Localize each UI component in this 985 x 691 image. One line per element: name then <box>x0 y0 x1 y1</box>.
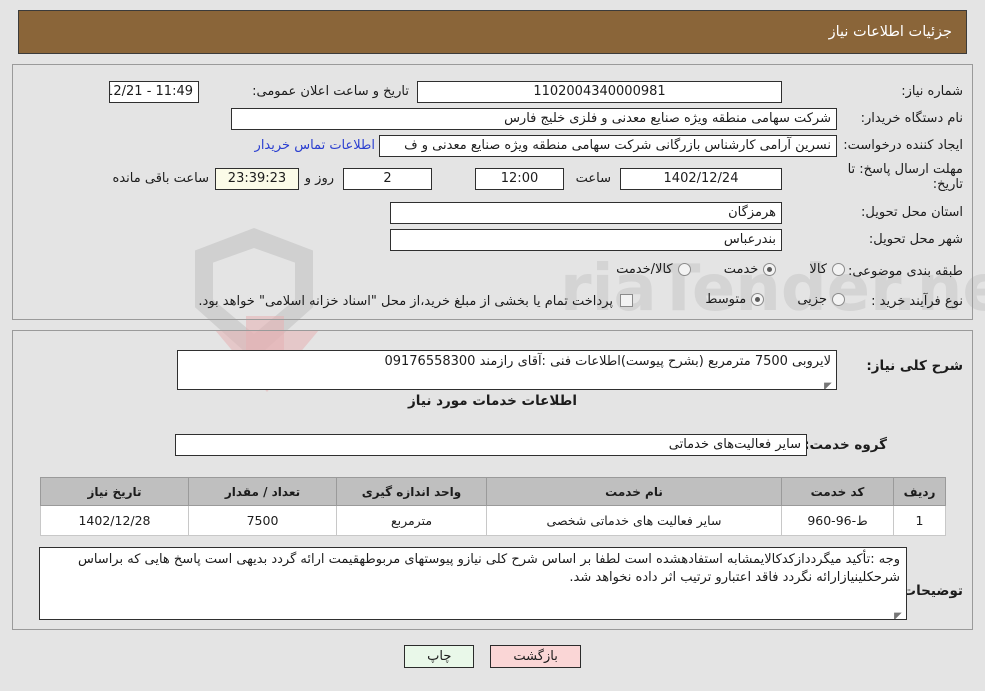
cell-quantity: 7500 <box>188 505 337 536</box>
col-service-code: کد خدمت <box>781 477 894 506</box>
deadline-label-line1: مهلت ارسال پاسخ: تا <box>847 162 963 177</box>
deadline-date-value: 1402/12/24 <box>620 168 782 190</box>
summary-label: شرح کلی نیاز: <box>866 358 963 374</box>
service-group-value: سایر فعالیت‌های خدماتی <box>175 434 807 456</box>
cell-unit: مترمربع <box>336 505 487 536</box>
need-number-label: شماره نیاز: <box>901 84 963 99</box>
cell-row-no: 1 <box>893 505 946 536</box>
footer-button-bar: بازگشت چاپ <box>0 645 985 668</box>
process-label: نوع فرآیند خرید : <box>871 294 963 309</box>
process-option-label-1: متوسط <box>705 292 747 307</box>
requester-value: نسرین آرامی کارشناس بازرگانی شرکت سهامی … <box>379 135 837 157</box>
city-value: بندرعباس <box>390 229 782 251</box>
deadline-hour-label: ساعت <box>575 171 611 186</box>
buyer-notes-textarea[interactable]: وجه :تأکید میگرددازکدکالایمشابه استفادهش… <box>39 547 907 620</box>
remaining-days-value: 2 <box>343 168 432 190</box>
col-service-name: نام خدمت <box>486 477 782 506</box>
cell-service-code: ط-96-960 <box>781 505 894 536</box>
category-radio-group: کالا خدمت کالا/خدمت <box>588 261 845 280</box>
col-quantity: تعداد / مقدار <box>188 477 337 506</box>
province-value: هرمزگان <box>390 202 782 224</box>
radio-icon-motavaset[interactable] <box>751 293 765 306</box>
radio-icon-khedmat[interactable] <box>763 263 777 276</box>
deadline-hour-value: 12:00 <box>475 168 564 190</box>
need-number-value: 1102004340000981 <box>417 81 782 103</box>
print-button[interactable]: چاپ <box>404 645 475 668</box>
announce-datetime-value: 11:49 - 1402/12/21 <box>109 81 199 103</box>
resize-grip-icon-notes[interactable]: ◥ <box>894 608 904 619</box>
process-option-label-0: جزیی <box>797 292 827 307</box>
category-option-label-1: خدمت <box>723 262 759 277</box>
process-radio-group: جزیی متوسط <box>677 291 845 310</box>
remaining-time-value: 23:39:23 <box>215 168 299 190</box>
page-title: جزئیات اطلاعات نیاز <box>828 24 952 40</box>
category-option-kala-khedmat[interactable]: کالا/خدمت <box>616 262 691 277</box>
services-heading: اطلاعات خدمات مورد نیاز <box>407 393 577 409</box>
requester-label: ایجاد کننده درخواست: <box>843 138 963 153</box>
col-row-no: ردیف <box>893 477 946 506</box>
buyer-notes-value: وجه :تأکید میگرددازکدکالایمشابه استفادهش… <box>77 552 900 585</box>
service-group-label: گروه خدمت: <box>804 437 887 453</box>
radio-icon-kala[interactable] <box>832 263 845 276</box>
col-unit: واحد اندازه گیری <box>336 477 487 506</box>
treasury-checkbox[interactable] <box>620 294 633 307</box>
deadline-label: مهلت ارسال پاسخ: تا تاریخ: <box>803 162 963 192</box>
col-need-date: تاریخ نیاز <box>40 477 189 506</box>
radio-icon-kala-khedmat[interactable] <box>677 263 691 276</box>
summary-value: لایروبی 7500 مترمربع (بشرح پیوست)اطلاعات… <box>384 354 831 369</box>
remaining-time-label: ساعت باقی مانده <box>112 171 209 186</box>
category-option-kala[interactable]: کالا <box>809 262 845 277</box>
remaining-days-label: روز و <box>304 171 334 186</box>
table-row: 1 ط-96-960 سایر فعالیت های خدماتی شخصی م… <box>40 505 946 536</box>
category-label: طبقه بندی موضوعی: <box>847 264 963 279</box>
table-header-row: ردیف کد خدمت نام خدمت واحد اندازه گیری ت… <box>40 477 946 506</box>
page-header: جزئیات اطلاعات نیاز <box>18 10 967 54</box>
deadline-label-line2: تاریخ: <box>932 177 963 192</box>
announce-datetime-label: تاریخ و ساعت اعلان عمومی: <box>252 84 409 99</box>
category-option-label-2: کالا/خدمت <box>616 262 673 277</box>
buyer-contact-link[interactable]: اطلاعات تماس خریدار <box>255 138 375 153</box>
cell-service-name: سایر فعالیت های خدماتی شخصی <box>486 505 782 536</box>
process-option-motavaset[interactable]: متوسط <box>705 292 765 307</box>
category-option-khedmat[interactable]: خدمت <box>724 262 777 277</box>
process-option-jozei[interactable]: جزیی <box>797 292 845 307</box>
resize-grip-icon[interactable]: ◥ <box>824 378 834 389</box>
treasury-text: پرداخت تمام یا بخشی از مبلغ خرید،از محل … <box>198 294 613 309</box>
province-label: استان محل تحویل: <box>861 205 963 220</box>
category-option-label-0: کالا <box>809 262 827 277</box>
cell-need-date: 1402/12/28 <box>40 505 189 536</box>
summary-textarea[interactable]: لایروبی 7500 مترمربع (بشرح پیوست)اطلاعات… <box>177 350 837 390</box>
buyer-org-label: نام دستگاه خریدار: <box>860 111 963 126</box>
services-table: ردیف کد خدمت نام خدمت واحد اندازه گیری ت… <box>40 477 946 536</box>
city-label: شهر محل تحویل: <box>868 232 963 247</box>
buyer-org-value: شرکت سهامی منطقه ویژه صنایع معدنی و فلزی… <box>231 108 837 130</box>
back-button[interactable]: بازگشت <box>490 645 581 668</box>
radio-icon-jozei[interactable] <box>832 293 845 306</box>
